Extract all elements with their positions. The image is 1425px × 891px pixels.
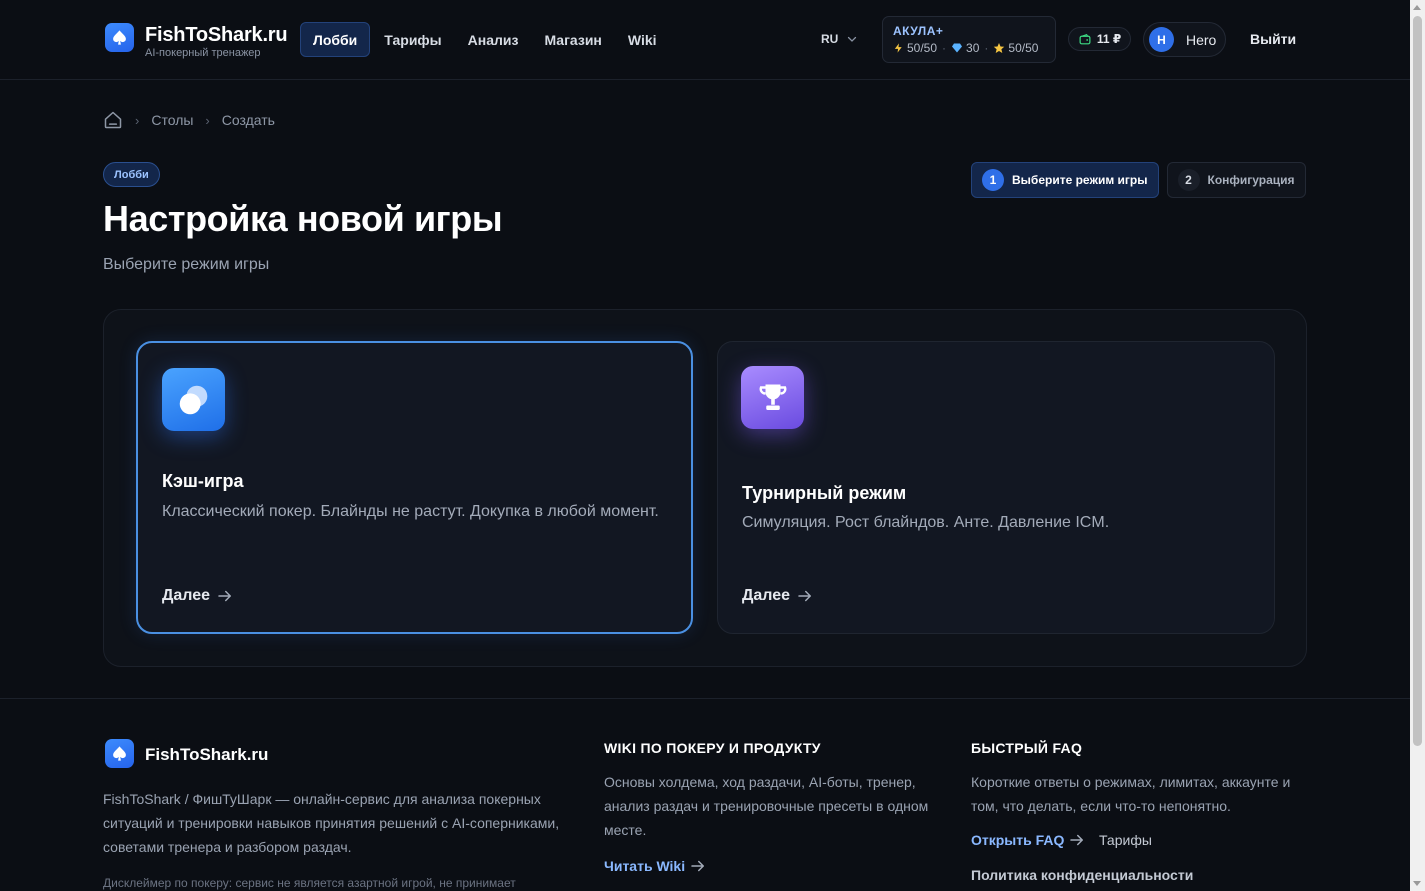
section-badge: Лобби — [103, 162, 160, 187]
step-config[interactable]: 2 Конфигурация — [1166, 162, 1306, 198]
avatar: H — [1149, 27, 1174, 52]
brand-title[interactable]: FishToShark.ru — [145, 24, 288, 47]
step-label: Конфигурация — [1207, 173, 1295, 187]
wallet-icon — [1079, 33, 1091, 44]
chevron-right-icon: › — [135, 112, 140, 128]
read-wiki-label: Читать Wiki — [604, 858, 686, 874]
language-selector[interactable]: RU — [821, 32, 858, 46]
mode-description: Симуляция. Рост блайндов. Анте. Давление… — [742, 514, 1110, 531]
page-title: Настройка новой игры — [103, 198, 503, 239]
brand-subtitle: AI-покерный тренажер — [145, 47, 261, 59]
footer-faq-text: Короткие ответы о режимах, лимитах, акка… — [971, 774, 1291, 814]
scroll-down-icon[interactable] — [1413, 881, 1421, 886]
page-scrollbar[interactable] — [1410, 0, 1425, 891]
mode-card-cash[interactable]: Кэш-игра Классический покер. Блайнды не … — [136, 341, 693, 634]
language-label: RU — [821, 32, 839, 46]
scroll-thumb[interactable] — [1413, 16, 1422, 746]
step-number: 2 — [1177, 169, 1200, 191]
plan-name: АКУЛА+ — [893, 24, 944, 38]
arrow-right-icon — [218, 590, 232, 602]
nav-analysis[interactable]: Анализ — [456, 22, 531, 57]
chips-icon — [162, 368, 225, 431]
star-icon — [994, 43, 1005, 53]
chevron-right-icon: › — [205, 112, 210, 128]
footer-wiki-text: Основы холдема, ход раздачи, AI-боты, тр… — [604, 774, 929, 838]
mode-description: Классический покер. Блайнды не растут. Д… — [162, 503, 659, 520]
mode-title: Турнирный режим — [742, 483, 907, 503]
spade-icon — [113, 746, 126, 761]
main-nav: Лобби Тарифы Анализ Магазин Wiki — [300, 22, 671, 57]
wallet-amount: 11 ₽ — [1096, 32, 1122, 46]
open-faq-label: Открыть FAQ — [971, 832, 1065, 848]
diamond-icon — [952, 43, 963, 53]
step-indicator: 1 Выберите режим игры 2 Конфигурация — [971, 162, 1306, 198]
footer-tariffs-link[interactable]: Тарифы — [1099, 832, 1152, 848]
energy-value: 50/50 — [907, 41, 938, 55]
stars-value: 50/50 — [1008, 41, 1039, 55]
step-label: Выберите режим игры — [1012, 173, 1148, 187]
mode-card-tournament[interactable]: Турнирный режим Симуляция. Рост блайндов… — [717, 341, 1275, 634]
trophy-icon — [741, 366, 804, 429]
user-name: Hero — [1186, 31, 1217, 48]
home-icon[interactable] — [103, 110, 123, 130]
lightning-icon — [894, 43, 902, 53]
arrow-right-icon — [691, 860, 705, 872]
arrow-right-icon — [1070, 834, 1084, 846]
breadcrumb: › Столы › Создать — [103, 110, 275, 130]
wallet-balance[interactable]: 11 ₽ — [1068, 27, 1131, 51]
footer-disclaimer: Дисклеймер по покеру: сервис не является… — [103, 876, 516, 890]
next-button[interactable]: Далее — [742, 587, 814, 605]
footer-logo[interactable] — [105, 739, 134, 768]
chevron-down-icon — [848, 36, 857, 42]
user-menu[interactable]: H Hero — [1143, 22, 1226, 57]
plan-status[interactable]: АКУЛА+ 50/50 · 30 · 50/50 — [882, 16, 1056, 63]
logo[interactable] — [105, 23, 134, 52]
step-mode[interactable]: 1 Выберите режим игры — [971, 162, 1159, 198]
privacy-policy-link[interactable]: Политика конфиденциальности — [971, 867, 1193, 883]
logout-button[interactable]: Выйти — [1250, 31, 1296, 47]
top-header: FishToShark.ru AI-покерный тренажер Лобб… — [0, 0, 1410, 80]
breadcrumb-create: Создать — [221, 112, 275, 128]
page-subtitle: Выберите режим игры — [103, 256, 270, 273]
next-label: Далее — [162, 587, 211, 604]
footer-wiki-heading: WIKI ПО ПОКЕРУ И ПРОДУКТУ — [604, 740, 821, 756]
nav-shop[interactable]: Магазин — [532, 22, 613, 57]
gems-value: 30 — [966, 41, 980, 55]
next-label: Далее — [742, 587, 791, 604]
plan-stats: 50/50 · 30 · 50/50 — [893, 41, 1038, 55]
nav-lobby[interactable]: Лобби — [300, 22, 371, 57]
next-button[interactable]: Далее — [162, 587, 234, 605]
open-faq-link[interactable]: Открыть FAQ — [971, 831, 1086, 849]
footer: FishToShark.ru FishToShark / ФишТуШарк —… — [0, 698, 1410, 891]
breadcrumb-tables[interactable]: Столы — [151, 112, 193, 128]
nav-tariffs[interactable]: Тарифы — [372, 22, 453, 57]
arrow-right-icon — [798, 590, 812, 602]
scroll-up-icon[interactable] — [1413, 5, 1421, 10]
nav-wiki[interactable]: Wiki — [616, 22, 669, 57]
read-wiki-link[interactable]: Читать Wiki — [604, 857, 707, 875]
mode-title: Кэш-игра — [162, 471, 244, 491]
footer-brand[interactable]: FishToShark.ru — [145, 745, 268, 765]
spade-icon — [113, 30, 126, 45]
footer-about: FishToShark / ФишТуШарк — онлайн-сервис … — [103, 791, 560, 855]
footer-faq-heading: БЫСТРЫЙ FAQ — [971, 740, 1083, 756]
step-number: 1 — [982, 169, 1004, 191]
